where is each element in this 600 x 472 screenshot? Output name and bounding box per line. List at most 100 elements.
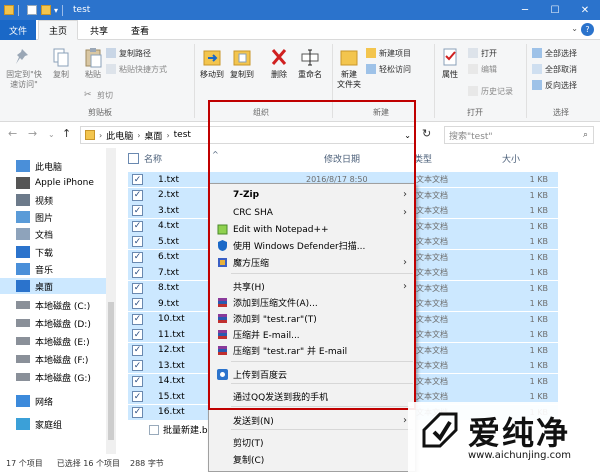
column-name[interactable]: 名称 xyxy=(144,148,162,168)
row-checkbox[interactable]: ✓ xyxy=(132,174,143,185)
help-icon[interactable]: ? xyxy=(581,23,594,36)
sidebar-item[interactable]: 本地磁盘 (G:) xyxy=(16,369,91,385)
edit-button[interactable]: 编辑 xyxy=(468,62,497,76)
sidebar-item[interactable]: Apple iPhone xyxy=(16,175,94,191)
sidebar-item[interactable]: 音乐 xyxy=(16,261,53,277)
menu-item[interactable]: CRC SHA › xyxy=(209,205,415,220)
menu-item[interactable]: 魔方压缩 › xyxy=(209,255,415,270)
refresh-button[interactable]: ↻ xyxy=(422,127,431,140)
row-checkbox[interactable]: ✓ xyxy=(132,313,143,325)
properties-quick-icon[interactable] xyxy=(27,5,37,15)
sidebar-item[interactable]: 视频 xyxy=(16,192,53,208)
new-folder-quick-icon[interactable] xyxy=(41,5,51,15)
row-checkbox[interactable]: ✓ xyxy=(132,236,143,247)
row-checkbox[interactable]: ✓ xyxy=(132,344,143,356)
maximize-button[interactable]: ☐ xyxy=(540,0,570,20)
menu-item[interactable]: 压缩并 E-mail... xyxy=(209,327,415,342)
menu-item[interactable]: 共享(H) › xyxy=(209,279,415,294)
copy-to-button[interactable]: 复制到 xyxy=(228,46,256,80)
menu-item[interactable]: 添加到 "test.rar"(T) xyxy=(209,311,415,326)
sidebar-item[interactable]: 网络 xyxy=(16,393,53,409)
column-type[interactable]: 类型 xyxy=(414,148,432,168)
breadcrumb-this-pc[interactable]: 此电脑 xyxy=(106,129,133,142)
row-checkbox[interactable]: ✓ xyxy=(132,391,143,402)
cut-button[interactable]: ✂ 剪切 xyxy=(84,88,113,102)
up-button[interactable]: ↑ xyxy=(62,127,71,140)
row-checkbox[interactable]: ✓ xyxy=(132,220,143,232)
quick-access-dropdown-icon[interactable]: ▾ xyxy=(54,6,58,15)
row-checkbox[interactable]: ✓ xyxy=(132,298,143,309)
nav-scrollbar[interactable] xyxy=(106,148,116,454)
menu-item[interactable]: 通过QQ发送到我的手机 xyxy=(209,389,415,404)
address-bar[interactable]: › 此电脑 › 桌面 › test ⌄ xyxy=(80,126,416,144)
row-checkbox[interactable]: ✓ xyxy=(132,205,143,216)
sidebar-item[interactable]: 本地磁盘 (D:) xyxy=(16,315,91,331)
menu-item[interactable]: 发送到(N) › xyxy=(209,413,415,428)
paste-button[interactable]: 粘贴 xyxy=(80,46,106,80)
menu-item-label: 添加到压缩文件(A)... xyxy=(233,299,318,309)
menu-item[interactable]: Edit with Notepad++ xyxy=(209,222,415,237)
invert-selection-button[interactable]: 反向选择 xyxy=(532,78,577,92)
rename-button[interactable]: 重命名 xyxy=(294,46,326,80)
sidebar-item[interactable]: 文档 xyxy=(16,226,53,242)
sidebar-item[interactable]: 本地磁盘 (E:) xyxy=(16,333,90,349)
select-all-checkbox[interactable] xyxy=(128,148,139,168)
forward-button[interactable]: → xyxy=(28,127,37,140)
row-checkbox[interactable]: ✓ xyxy=(132,267,143,278)
menu-item[interactable]: 剪切(T) xyxy=(209,435,415,450)
ribbon: 固定到"快 速访问" 复制 粘贴 复制路径 粘贴快捷方式 ✂ 剪切 剪贴板 移动… xyxy=(0,40,600,122)
row-checkbox[interactable]: ✓ xyxy=(132,251,143,263)
back-button[interactable]: ← xyxy=(8,127,17,140)
row-checkbox[interactable]: ✓ xyxy=(132,375,143,387)
row-checkbox[interactable]: ✓ xyxy=(132,329,143,340)
row-checkbox[interactable]: ✓ xyxy=(132,360,143,371)
select-none-button[interactable]: 全部取消 xyxy=(532,62,577,76)
breadcrumb-test[interactable]: test xyxy=(174,130,191,140)
menu-item[interactable]: 7-Zip › xyxy=(209,187,415,202)
sidebar-item[interactable]: 下载 xyxy=(16,244,53,260)
copy-path-button[interactable]: 复制路径 xyxy=(106,46,151,60)
new-folder-button[interactable]: 新建 文件夹 xyxy=(334,46,364,90)
breadcrumb-desktop[interactable]: 桌面 xyxy=(144,129,162,142)
history-button[interactable]: 历史记录 xyxy=(468,84,513,98)
column-date[interactable]: 修改日期 xyxy=(324,148,360,168)
sidebar-item[interactable]: 图片 xyxy=(16,209,53,225)
menu-item[interactable]: 复制(C) xyxy=(209,452,415,467)
select-all-button[interactable]: 全部选择 xyxy=(532,46,577,60)
sidebar-item[interactable]: 家庭组 xyxy=(16,416,62,432)
row-checkbox[interactable]: ✓ xyxy=(132,189,143,201)
recent-locations-icon[interactable]: ⌄ xyxy=(48,130,55,139)
pin-quick-access-button[interactable]: 固定到"快 速访问" xyxy=(4,46,44,90)
sidebar-item[interactable]: 桌面 xyxy=(0,278,116,294)
row-checkbox[interactable]: ✓ xyxy=(132,282,143,294)
open-button[interactable]: 打开 xyxy=(468,46,497,60)
menu-item[interactable]: 上传到百度云 xyxy=(209,367,415,382)
close-button[interactable]: ✕ xyxy=(570,0,600,20)
file-size: 1 KB xyxy=(529,283,548,293)
row-checkbox[interactable]: ✓ xyxy=(132,406,143,418)
properties-button[interactable]: 属性 xyxy=(438,46,462,80)
sidebar-item[interactable]: 本地磁盘 (F:) xyxy=(16,351,88,367)
menu-item[interactable]: 压缩到 "test.rar" 并 E-mail xyxy=(209,343,415,358)
sidebar-item[interactable]: 本地磁盘 (C:) xyxy=(16,297,90,313)
defender-icon xyxy=(217,240,228,251)
copy-button[interactable]: 复制 xyxy=(48,46,74,80)
tab-share[interactable]: 共享 xyxy=(80,20,118,40)
delete-button[interactable]: 删除 xyxy=(266,46,292,80)
collapse-ribbon-icon[interactable]: ⌄ xyxy=(571,24,578,33)
tab-file[interactable]: 文件 xyxy=(0,20,36,40)
search-input[interactable]: 搜索"test" ⌕ xyxy=(444,126,594,144)
address-dropdown-icon[interactable]: ⌄ xyxy=(404,131,411,140)
sidebar-item[interactable]: 此电脑 xyxy=(16,158,62,174)
minimize-button[interactable]: ─ xyxy=(510,0,540,20)
paste-shortcut-button[interactable]: 粘贴快捷方式 xyxy=(106,62,167,76)
easy-access-button[interactable]: 轻松访问 xyxy=(366,62,411,76)
menu-item[interactable]: 添加到压缩文件(A)... xyxy=(209,295,415,310)
tab-home[interactable]: 主页 xyxy=(38,20,78,40)
tab-view[interactable]: 查看 xyxy=(120,20,160,40)
move-to-button[interactable]: 移动到 xyxy=(198,46,226,80)
new-item-button[interactable]: 新建项目 xyxy=(366,46,411,60)
column-size[interactable]: 大小 xyxy=(502,148,520,168)
menu-item[interactable]: 使用 Windows Defender扫描... xyxy=(209,238,415,253)
scrollbar-thumb[interactable] xyxy=(108,302,114,440)
